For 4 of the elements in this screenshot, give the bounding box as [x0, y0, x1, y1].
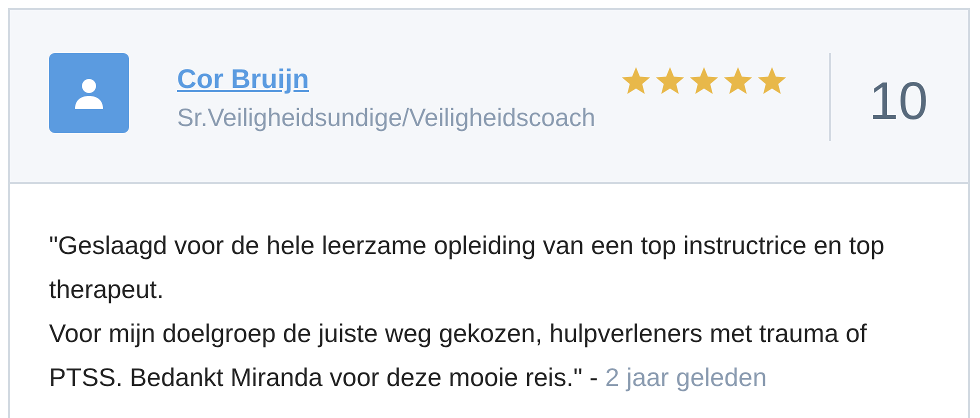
reviewer-title: Sr.Veiligheidsundige/Veiligheidscoach — [177, 102, 596, 134]
reviewer-name-link[interactable]: Cor Bruijn — [177, 59, 596, 100]
review-text: "Geslaagd voor de hele leerzame opleiding van een top instructrice en top therapeut. Voor mijn doelgroep de juiste weg gekozen, hulpverleners met trauma of PTSS. Bedankt Miranda voor deze mooie reis." - 2 jaar geleden — [48, 231, 886, 394]
score: 10 — [869, 75, 928, 133]
